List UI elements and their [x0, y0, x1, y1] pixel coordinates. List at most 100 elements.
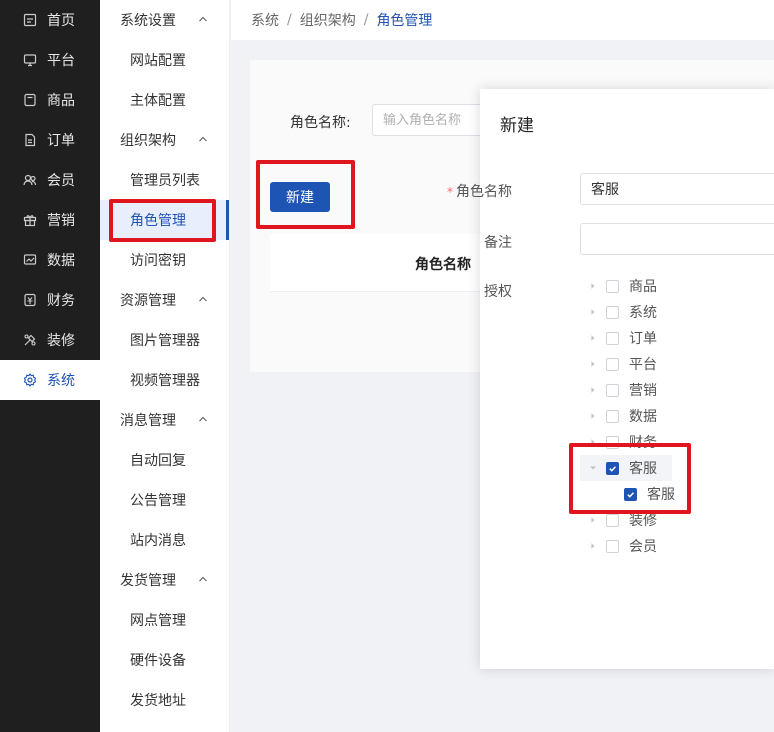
breadcrumb-item-org[interactable]: 组织架构 [300, 10, 356, 30]
tree-node-order[interactable]: 订单 [588, 325, 657, 351]
sub-item-auto-reply[interactable]: 自动回复 [100, 440, 229, 480]
chart-icon [23, 253, 37, 267]
sub-group-system-settings[interactable]: 系统设置 [100, 0, 229, 40]
caret-right-icon[interactable] [588, 359, 598, 369]
sub-item-announcement[interactable]: 公告管理 [100, 480, 229, 520]
sub-item-label: 硬件设备 [130, 653, 186, 669]
sub-item-label: 公告管理 [130, 493, 186, 509]
caret-right-icon[interactable] [588, 411, 598, 421]
tree-checkbox[interactable] [606, 435, 619, 449]
sub-item-outlets[interactable]: 网点管理 [100, 600, 229, 640]
order-icon [23, 133, 37, 147]
tree-checkbox[interactable] [606, 279, 619, 293]
nav-item-decorate[interactable]: 装修 [0, 320, 100, 360]
caret-right-icon[interactable] [588, 515, 598, 525]
sub-item-entity-config[interactable]: 主体配置 [100, 80, 229, 120]
sub-item-label: 视频管理器 [130, 373, 200, 389]
nav-label: 会员 [47, 173, 75, 189]
nav-label: 平台 [47, 53, 75, 69]
tree-node-decorate[interactable]: 装修 [588, 507, 657, 533]
sub-item-admin-list[interactable]: 管理员列表 [100, 160, 229, 200]
sub-item-ship-address[interactable]: 发货地址 [100, 680, 229, 720]
role-name-label: * 角色名称 [447, 181, 512, 201]
tree-node-label: 会员 [629, 539, 657, 555]
auth-label: 授权 [484, 284, 512, 300]
sub-item-label: 管理员列表 [130, 173, 200, 189]
sub-item-role-management[interactable]: 角色管理 [100, 200, 229, 240]
nav-item-member[interactable]: 会员 [0, 160, 100, 200]
sub-group-org[interactable]: 组织架构 [100, 120, 229, 160]
sub-item-image-manager[interactable]: 图片管理器 [100, 320, 229, 360]
caret-right-icon[interactable] [588, 437, 598, 447]
nav-label: 首页 [47, 13, 75, 29]
tree-checkbox[interactable] [606, 383, 619, 397]
nav-item-home[interactable]: 首页 [0, 0, 100, 40]
decorate-icon [23, 333, 37, 347]
nav-item-system[interactable]: 系统 [0, 360, 100, 400]
sub-item-label: 角色管理 [130, 213, 186, 229]
sub-item-video-manager[interactable]: 视频管理器 [100, 360, 229, 400]
remark-label: 备注 [484, 235, 512, 251]
tree-checkbox[interactable] [606, 409, 619, 423]
tree-node-customer-service-child[interactable]: 客服 [624, 481, 675, 507]
nav-item-platform[interactable]: 平台 [0, 40, 100, 80]
nav-item-goods[interactable]: 商品 [0, 80, 100, 120]
tree-node-goods[interactable]: 商品 [588, 273, 657, 299]
sub-item-label: 站内消息 [130, 533, 186, 549]
tree-checkbox-checked[interactable] [606, 461, 619, 475]
tree-node-marketing[interactable]: 营销 [588, 377, 657, 403]
tree-node-member[interactable]: 会员 [588, 533, 657, 559]
caret-right-icon[interactable] [588, 307, 598, 317]
nav-label: 营销 [47, 213, 75, 229]
tree-node-data[interactable]: 数据 [588, 403, 657, 429]
breadcrumb-item-system[interactable]: 系统 [251, 10, 279, 30]
nav-item-finance[interactable]: 财务 [0, 280, 100, 320]
tree-node-label: 装修 [629, 513, 657, 529]
caret-right-icon[interactable] [588, 541, 598, 551]
tree-node-finance[interactable]: 财务 [588, 429, 657, 455]
caret-right-icon[interactable] [588, 333, 598, 343]
sub-group-shipping[interactable]: 发货管理 [100, 560, 229, 600]
role-name-input[interactable] [580, 173, 774, 205]
tree-node-platform[interactable]: 平台 [588, 351, 657, 377]
breadcrumb: 系统 / 组织架构 / 角色管理 [231, 0, 774, 40]
sub-item-inbox[interactable]: 站内消息 [100, 520, 229, 560]
remark-input[interactable] [580, 223, 774, 255]
tree-checkbox[interactable] [606, 331, 619, 345]
gear-icon [23, 373, 37, 387]
chevron-up-icon [199, 576, 207, 582]
caret-right-icon[interactable] [588, 281, 598, 291]
tree-node-customer-service[interactable]: 客服 [580, 455, 672, 481]
sub-group-resource[interactable]: 资源管理 [100, 280, 229, 320]
dialog-title: 新建 [500, 116, 534, 136]
sub-group-message[interactable]: 消息管理 [100, 400, 229, 440]
nav-label: 装修 [47, 333, 75, 349]
sub-item-access-key[interactable]: 访问密钥 [100, 240, 229, 280]
breadcrumb-separator: / [363, 12, 369, 28]
tree-checkbox[interactable] [606, 513, 619, 527]
nav-label: 系统 [47, 373, 75, 389]
nav-item-order[interactable]: 订单 [0, 120, 100, 160]
tree-node-system[interactable]: 系统 [588, 299, 657, 325]
required-marker: * [447, 185, 453, 199]
tree-checkbox[interactable] [606, 539, 619, 553]
sub-item-label: 自动回复 [130, 453, 186, 469]
sub-item-label: 网站配置 [130, 53, 186, 69]
chevron-up-icon [199, 136, 207, 142]
nav-label: 订单 [47, 133, 75, 149]
nav-item-data[interactable]: 数据 [0, 240, 100, 280]
nav-label: 商品 [47, 93, 75, 109]
tree-checkbox[interactable] [606, 357, 619, 371]
breadcrumb-current: 角色管理 [376, 13, 433, 29]
tree-node-label: 平台 [629, 357, 657, 373]
caret-right-icon[interactable] [588, 385, 598, 395]
sub-item-hardware[interactable]: 硬件设备 [100, 640, 229, 680]
sub-item-label: 主体配置 [130, 93, 186, 109]
sub-item-site-config[interactable]: 网站配置 [100, 40, 229, 80]
tree-checkbox[interactable] [606, 305, 619, 319]
tree-checkbox-checked[interactable] [624, 487, 637, 501]
nav-item-marketing[interactable]: 营销 [0, 200, 100, 240]
tree-node-label: 客服 [629, 461, 657, 477]
caret-down-icon[interactable] [588, 463, 598, 473]
new-button[interactable]: 新建 [270, 182, 330, 212]
